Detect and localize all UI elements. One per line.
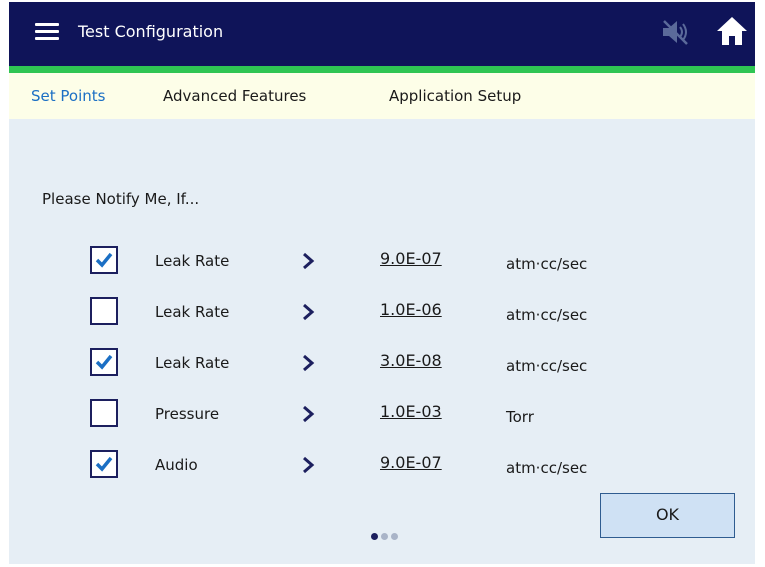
setpoint-value[interactable]: 9.0E-07 — [380, 249, 442, 269]
checkmark-icon — [95, 252, 113, 268]
setpoint-unit: atm·cc/sec — [506, 459, 588, 477]
setpoint-unit: atm·cc/sec — [506, 255, 588, 273]
setpoint-label: Leak Rate — [155, 252, 230, 270]
setpoint-value[interactable]: 3.0E-08 — [380, 351, 442, 371]
home-icon[interactable] — [715, 15, 749, 47]
tab-application-setup[interactable]: Application Setup — [389, 73, 521, 119]
notify-heading: Please Notify Me, If... — [42, 190, 200, 208]
checkmark-icon — [95, 354, 113, 370]
page-dot[interactable] — [381, 533, 388, 540]
setpoint-unit: Torr — [506, 408, 534, 426]
chevron-right-icon[interactable] — [301, 354, 315, 372]
setpoint-checkbox[interactable] — [90, 399, 118, 427]
setpoint-label: Leak Rate — [155, 303, 230, 321]
setpoint-value[interactable]: 1.0E-06 — [380, 300, 442, 320]
setpoint-row-2: Leak Rate 1.0E-06 atm·cc/sec — [9, 296, 755, 330]
header-accent-bar — [9, 66, 755, 73]
setpoint-value[interactable]: 1.0E-03 — [380, 402, 442, 422]
setpoint-row-3: Leak Rate 3.0E-08 atm·cc/sec — [9, 347, 755, 381]
setpoint-checkbox[interactable] — [90, 246, 118, 274]
setpoint-checkbox[interactable] — [90, 348, 118, 376]
title-bar: Test Configuration — [9, 2, 755, 66]
page-dot[interactable] — [391, 533, 398, 540]
setpoint-checkbox[interactable] — [90, 297, 118, 325]
checkmark-icon — [95, 456, 113, 472]
page-title: Test Configuration — [78, 22, 224, 41]
setpoint-unit: atm·cc/sec — [506, 357, 588, 375]
setpoint-row-1: Leak Rate 9.0E-07 atm·cc/sec — [9, 245, 755, 279]
chevron-right-icon[interactable] — [301, 252, 315, 270]
tab-bar: Set Points Advanced Features Application… — [9, 73, 755, 119]
ok-button[interactable]: OK — [600, 493, 735, 538]
page-indicator — [371, 533, 401, 541]
app-window: Test Configuration Set Points Advanced F… — [9, 2, 755, 564]
page-dot-active[interactable] — [371, 533, 378, 540]
chevron-right-icon[interactable] — [301, 405, 315, 423]
setpoint-label: Pressure — [155, 405, 220, 423]
setpoint-value[interactable]: 9.0E-07 — [380, 453, 442, 473]
setpoint-row-5: Audio 9.0E-07 atm·cc/sec — [9, 449, 755, 483]
setpoint-checkbox[interactable] — [90, 450, 118, 478]
chevron-right-icon[interactable] — [301, 456, 315, 474]
setpoint-row-4: Pressure 1.0E-03 Torr — [9, 398, 755, 432]
setpoint-label: Leak Rate — [155, 354, 230, 372]
setpoint-unit: atm·cc/sec — [506, 306, 588, 324]
tab-set-points[interactable]: Set Points — [31, 73, 105, 119]
hamburger-menu-icon[interactable] — [35, 22, 59, 42]
setpoint-label: Audio — [155, 456, 198, 474]
chevron-right-icon[interactable] — [301, 303, 315, 321]
tab-advanced-features[interactable]: Advanced Features — [163, 73, 306, 119]
speaker-muted-icon[interactable] — [660, 18, 690, 46]
